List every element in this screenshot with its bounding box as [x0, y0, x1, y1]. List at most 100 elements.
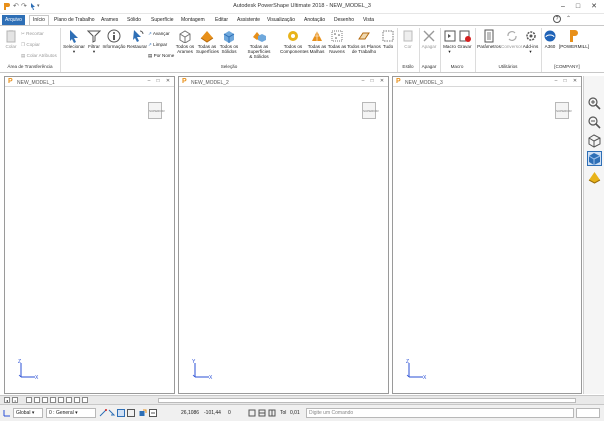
tab-annotation[interactable]: Anotação	[301, 15, 328, 25]
information-button[interactable]: Informação	[102, 29, 126, 49]
tab-drawing[interactable]: Desenho	[331, 15, 357, 25]
tab-home[interactable]: Início	[29, 15, 49, 25]
converter-button[interactable]: Conversor	[501, 29, 522, 49]
all-surfaces-button[interactable]: Todas as Superfícies	[196, 29, 219, 54]
zoom-in-icon[interactable]	[587, 96, 602, 111]
advance-button[interactable]: ↗ Avançar	[148, 31, 170, 37]
prev-model-button[interactable]: ◃	[12, 397, 18, 403]
tab-view[interactable]: Visualização	[264, 15, 298, 25]
parameters-button[interactable]: Parâmetros	[477, 29, 501, 49]
viewport-restore-button[interactable]: □	[155, 78, 161, 84]
viewcube[interactable]: SUPERIOR	[555, 102, 572, 119]
grid-lock-icon[interactable]	[117, 409, 125, 417]
model-tab-5[interactable]	[58, 397, 64, 403]
all-meshes-button[interactable]: Todas as Malhas	[307, 29, 327, 54]
a360-button[interactable]: A360	[543, 29, 557, 49]
model-tab-7[interactable]	[74, 397, 80, 403]
viewport-minimize-button[interactable]: –	[146, 78, 152, 84]
delete-x-icon	[423, 30, 435, 42]
relative-coords-icon[interactable]	[258, 409, 266, 417]
cut-button[interactable]: ✂ Recortar	[21, 31, 44, 37]
viewport-restore-button[interactable]: □	[369, 78, 375, 84]
minimize-button[interactable]: –	[558, 2, 568, 11]
shaded-view-icon[interactable]	[587, 151, 602, 166]
units-icon[interactable]	[268, 409, 276, 417]
clear-button[interactable]: ↗ Limpar	[148, 42, 167, 48]
coordinate-x: 26,1086	[181, 410, 200, 416]
zoom-out-icon[interactable]	[587, 115, 602, 130]
view-box-icon[interactable]	[587, 133, 602, 148]
tab-workplane[interactable]: Plano de Trabalho	[51, 15, 98, 25]
all-clouds-button[interactable]: Todas as Nuvens	[327, 29, 347, 54]
quick-select-icon[interactable]	[139, 409, 147, 417]
workplane-toggle-icon[interactable]	[127, 409, 135, 417]
filter-label: Filtrar	[88, 44, 100, 49]
model-tab-4[interactable]	[50, 397, 56, 403]
command-input[interactable]: Digite um Comando	[306, 408, 574, 418]
command-history-button[interactable]	[576, 408, 600, 418]
all-surfaces-solids-button[interactable]: Todas as Superfícies & Sólidos	[240, 29, 278, 59]
title-bar: ↶ ↷ ▾ Autodesk PowerShape Ultimate 2018 …	[0, 0, 604, 14]
tab-wireframe[interactable]: Arames	[98, 15, 121, 25]
select-all-button[interactable]: Tudo	[381, 29, 395, 49]
tab-file[interactable]: Arquivo	[2, 15, 25, 25]
viewport-close-button[interactable]: ✕	[572, 78, 578, 84]
close-button[interactable]: ✕	[589, 2, 599, 11]
tab-solid[interactable]: Sólido	[124, 15, 144, 25]
ribbon-collapse-icon[interactable]: ⌃	[566, 15, 571, 22]
viewport-close-button[interactable]: ✕	[165, 78, 171, 84]
model-tab-8[interactable]	[82, 397, 88, 403]
model-tab-3[interactable]	[42, 397, 48, 403]
snap-mode-icon[interactable]	[99, 409, 107, 417]
viewport-close-button[interactable]: ✕	[379, 78, 385, 84]
tab-views[interactable]: Vista	[360, 15, 377, 25]
paste-attributes-button[interactable]: ▤ Colar Atributos	[21, 53, 57, 59]
viewport-minimize-button[interactable]: –	[553, 78, 559, 84]
group-company-label: [COMPANY]	[554, 64, 580, 69]
tab-wizard[interactable]: Assistente	[234, 15, 263, 25]
model-tab-6[interactable]	[66, 397, 72, 403]
surface-icon	[200, 31, 214, 43]
viewport-1[interactable]: P NEW_MODEL_1 – □ ✕ SUPERIOR Z X	[4, 76, 175, 394]
viewport-restore-button[interactable]: □	[562, 78, 568, 84]
tab-edit[interactable]: Editar	[212, 15, 231, 25]
macro-button[interactable]: Macro ▾	[442, 29, 457, 54]
workplane-select[interactable]: Global ▾	[13, 408, 43, 418]
horizontal-scrollbar[interactable]	[158, 398, 576, 403]
record-button[interactable]: Gravar	[457, 29, 472, 49]
surface-shading-icon[interactable]	[587, 170, 602, 185]
viewport-3[interactable]: P NEW_MODEL_3 – □ ✕ SUPERIOR Z X	[392, 76, 582, 394]
all-workplanes-button[interactable]: Todos os Planos de Trabalho	[347, 29, 381, 54]
model-tab-1[interactable]	[26, 397, 32, 403]
view-toolbar	[583, 76, 604, 394]
delete-button[interactable]: Apagar	[421, 29, 437, 49]
intelligent-cursor-icon[interactable]	[108, 409, 116, 417]
viewport-minimize-button[interactable]: –	[360, 78, 366, 84]
filter-button[interactable]: Filtrar ▾	[86, 29, 102, 54]
color-label: Cor	[404, 44, 412, 49]
level-select[interactable]: 0 : General ▾	[46, 408, 96, 418]
select-button[interactable]: Selecionar ▾	[63, 29, 85, 54]
tab-surface[interactable]: Superfície	[148, 15, 177, 25]
help-icon[interactable]: ?	[553, 15, 561, 23]
copy-button[interactable]: ❐ Copiar	[21, 42, 40, 48]
model-tab-2[interactable]	[34, 397, 40, 403]
absolute-coords-icon[interactable]	[248, 409, 256, 417]
paste-button[interactable]: Colar	[3, 29, 19, 49]
viewcube[interactable]: SUPERIOR	[148, 102, 165, 119]
maximize-button[interactable]: □	[573, 2, 583, 11]
powermill-button[interactable]: [POWERMILL]	[558, 29, 590, 49]
viewcube[interactable]: SUPERIOR	[362, 102, 379, 119]
all-solids-button[interactable]: Todos os Sólidos	[218, 29, 240, 54]
addins-button[interactable]: Add-ins ▾	[522, 29, 539, 54]
tab-assembly[interactable]: Montagem	[178, 15, 208, 25]
selection-filter-icon[interactable]	[149, 409, 157, 417]
color-button[interactable]: Cor	[400, 29, 416, 49]
by-name-button[interactable]: ▤ Por Nome	[148, 53, 174, 59]
first-model-button[interactable]: ◂	[4, 397, 10, 403]
all-components-button[interactable]: Todos os Componentes	[280, 29, 309, 54]
tolerance-value: 0,01	[290, 410, 300, 416]
restore-button[interactable]: Restaurar	[126, 29, 148, 49]
viewport-2[interactable]: P NEW_MODEL_2 – □ ✕ SUPERIOR Y X	[178, 76, 389, 394]
all-wireframes-button[interactable]: Todos os Arames	[174, 29, 196, 54]
